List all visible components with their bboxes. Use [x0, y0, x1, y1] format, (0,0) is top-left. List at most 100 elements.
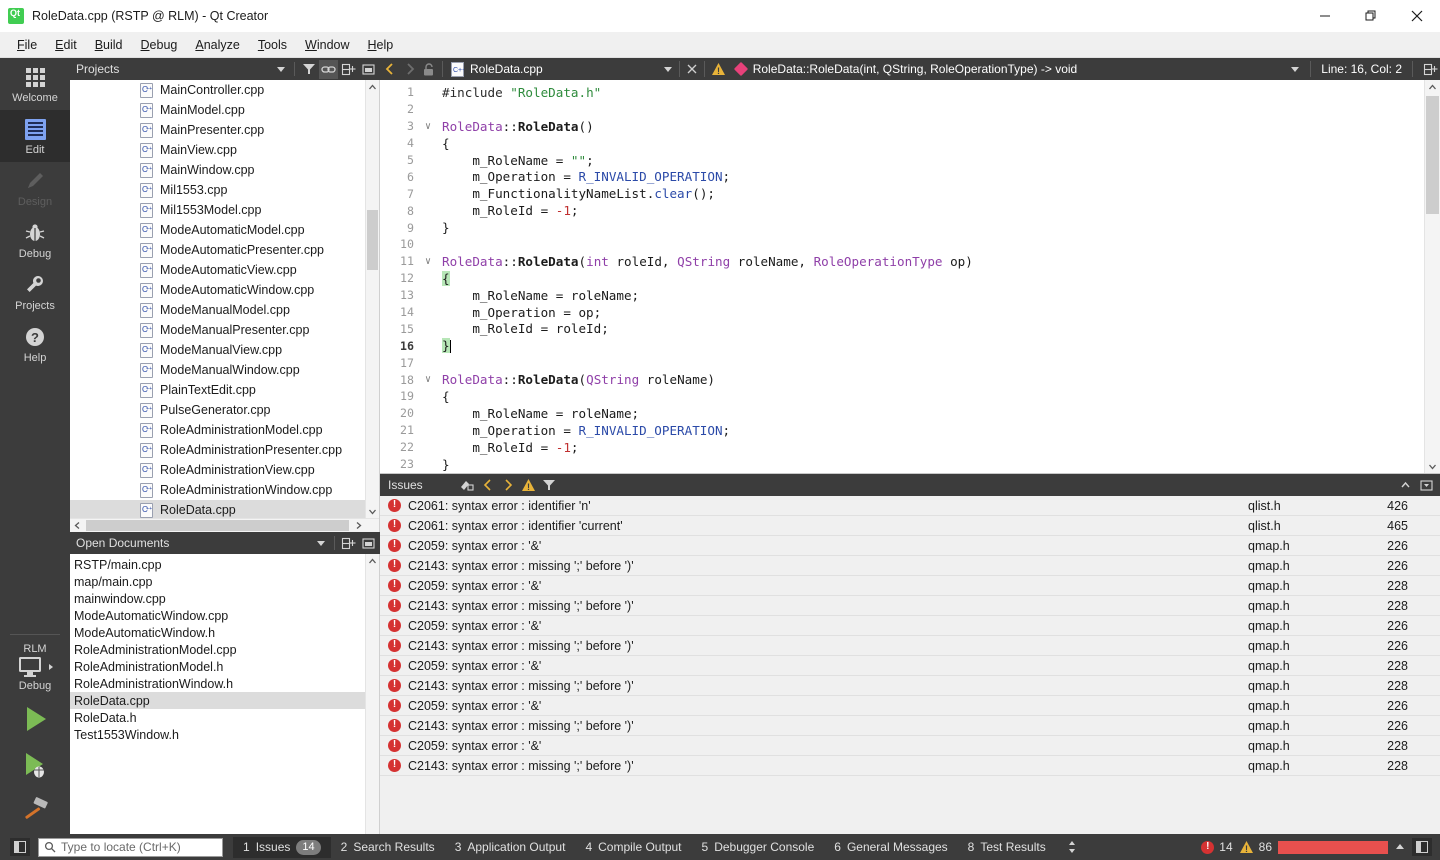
project-file-item[interactable]: RoleAdministrationView.cpp: [70, 460, 365, 480]
project-file-item[interactable]: RoleAdministrationWindow.cpp: [70, 480, 365, 500]
output-pane-tab[interactable]: 2Search Results: [331, 837, 445, 857]
code-line[interactable]: 21 m_Operation = R_INVALID_OPERATION;: [380, 422, 1424, 439]
menu-debug[interactable]: Debug: [132, 34, 187, 56]
issue-row[interactable]: C2143: syntax error : missing ';' before…: [380, 716, 1440, 736]
open-documents-list[interactable]: RSTP/main.cppmap/main.cppmainwindow.cppM…: [70, 554, 380, 834]
project-file-item[interactable]: ModeAutomaticView.cpp: [70, 260, 365, 280]
code-line[interactable]: 18∨RoleData::RoleData(QString roleName): [380, 371, 1424, 388]
menu-icon[interactable]: [1417, 476, 1436, 495]
issue-row[interactable]: C2059: syntax error : '&'qmap.h228: [380, 656, 1440, 676]
code-line[interactable]: 5 m_RoleName = "";: [380, 152, 1424, 169]
kit-selector[interactable]: RLM Debug: [0, 637, 70, 696]
collapse-up-icon[interactable]: [1396, 476, 1415, 495]
scroll-up-icon[interactable]: [366, 80, 379, 94]
project-file-item[interactable]: ModeManualPresenter.cpp: [70, 320, 365, 340]
mode-edit[interactable]: Edit: [0, 110, 70, 162]
mode-projects[interactable]: Projects: [0, 266, 70, 318]
project-file-item[interactable]: Mil1553Model.cpp: [70, 200, 365, 220]
chevron-down-icon[interactable]: [661, 64, 675, 74]
output-pane-tab[interactable]: 6General Messages: [824, 837, 957, 857]
collapse-icon[interactable]: [359, 60, 378, 79]
open-document-item[interactable]: mainwindow.cpp: [70, 590, 365, 607]
editor-scrollbar[interactable]: [1424, 80, 1440, 473]
scroll-down-icon[interactable]: [1425, 459, 1440, 473]
fold-marker-icon[interactable]: ∨: [420, 374, 436, 385]
code-line[interactable]: 16}: [380, 337, 1424, 354]
open-document-item[interactable]: RoleAdministrationWindow.h: [70, 675, 365, 692]
code-line[interactable]: 6 m_Operation = R_INVALID_OPERATION;: [380, 168, 1424, 185]
sidebar-toggle-icon[interactable]: [10, 838, 30, 856]
issue-row[interactable]: C2143: syntax error : missing ';' before…: [380, 556, 1440, 576]
issue-row[interactable]: C2059: syntax error : '&'qmap.h228: [380, 576, 1440, 596]
issue-row[interactable]: C2143: syntax error : missing ';' before…: [380, 596, 1440, 616]
close-icon[interactable]: [1394, 0, 1440, 32]
split-icon[interactable]: [339, 534, 358, 553]
project-file-item[interactable]: Mil1553.cpp: [70, 180, 365, 200]
warning-count[interactable]: ! 86: [1239, 840, 1272, 854]
project-file-item[interactable]: MainWindow.cpp: [70, 160, 365, 180]
project-tree-scrollbar[interactable]: [365, 80, 379, 518]
open-document-item[interactable]: RSTP/main.cpp: [70, 556, 365, 573]
fold-marker-icon[interactable]: ∨: [420, 256, 436, 267]
project-tree-hscrollbar[interactable]: [70, 518, 379, 532]
code-line[interactable]: 12{: [380, 270, 1424, 287]
output-pane-tab[interactable]: 4Compile Output: [575, 837, 691, 857]
project-file-item[interactable]: MainPresenter.cpp: [70, 120, 365, 140]
project-file-item[interactable]: ModeManualView.cpp: [70, 340, 365, 360]
project-file-item[interactable]: ModeAutomaticPresenter.cpp: [70, 240, 365, 260]
code-line[interactable]: 1#include "RoleData.h": [380, 84, 1424, 101]
split-icon[interactable]: [1423, 62, 1438, 77]
warning-triangle-icon[interactable]: !: [709, 62, 728, 76]
open-document-item[interactable]: Test1553Window.h: [70, 726, 365, 743]
project-file-item[interactable]: ModeAutomaticWindow.cpp: [70, 280, 365, 300]
output-pane-tab[interactable]: 1Issues14: [233, 837, 331, 858]
hscroll-thumb[interactable]: [86, 520, 349, 531]
scroll-down-icon[interactable]: [366, 504, 379, 518]
link-icon[interactable]: [319, 60, 338, 79]
next-issue-icon[interactable]: [501, 478, 515, 492]
filter-icon[interactable]: [542, 478, 556, 492]
issues-list[interactable]: C2061: syntax error : identifier 'n'qlis…: [380, 496, 1440, 834]
project-file-item[interactable]: PlainTextEdit.cpp: [70, 380, 365, 400]
previous-issue-icon[interactable]: [481, 478, 495, 492]
code-line[interactable]: 23}: [380, 456, 1424, 473]
issue-row[interactable]: C2061: syntax error : identifier 'curren…: [380, 516, 1440, 536]
updown-arrows-icon[interactable]: [1066, 839, 1078, 855]
minimize-icon[interactable]: [1302, 0, 1348, 32]
error-count[interactable]: 14: [1201, 840, 1232, 854]
code-line[interactable]: 13 m_RoleName = roleName;: [380, 287, 1424, 304]
project-file-item[interactable]: PulseGenerator.cpp: [70, 400, 365, 420]
code-line[interactable]: 10: [380, 236, 1424, 253]
clear-icon[interactable]: [459, 477, 475, 493]
scroll-left-icon[interactable]: [70, 519, 84, 532]
code-line[interactable]: 19{: [380, 388, 1424, 405]
navigate-back-button[interactable]: [380, 61, 400, 77]
issue-row[interactable]: C2143: syntax error : missing ';' before…: [380, 756, 1440, 776]
menu-help[interactable]: Help: [359, 34, 403, 56]
mode-welcome[interactable]: Welcome: [0, 58, 70, 110]
code-line[interactable]: 14 m_Operation = op;: [380, 304, 1424, 321]
issue-row[interactable]: C2059: syntax error : '&'qmap.h226: [380, 616, 1440, 636]
debug-run-button[interactable]: [0, 742, 70, 788]
issue-row[interactable]: C2059: syntax error : '&'qmap.h228: [380, 736, 1440, 756]
code-line[interactable]: 2: [380, 101, 1424, 118]
close-icon[interactable]: [684, 63, 700, 75]
chevron-down-icon[interactable]: [271, 60, 290, 79]
menu-build[interactable]: Build: [86, 34, 132, 56]
scroll-thumb[interactable]: [1426, 96, 1439, 214]
symbol-combo[interactable]: RoleData::RoleData(int, QString, RoleOpe…: [736, 62, 1078, 76]
issue-row[interactable]: C2061: syntax error : identifier 'n'qlis…: [380, 496, 1440, 516]
project-file-item[interactable]: MainView.cpp: [70, 140, 365, 160]
project-file-item[interactable]: ModeManualModel.cpp: [70, 300, 365, 320]
open-document-item[interactable]: ModeAutomaticWindow.h: [70, 624, 365, 641]
chevron-down-icon[interactable]: [1290, 64, 1300, 74]
output-pane-tab[interactable]: 3Application Output: [445, 837, 576, 857]
code-line[interactable]: 3∨RoleData::RoleData(): [380, 118, 1424, 135]
project-file-item[interactable]: ModeManualWindow.cpp: [70, 360, 365, 380]
build-button[interactable]: [0, 788, 70, 834]
scroll-up-icon[interactable]: [1425, 80, 1440, 94]
project-file-item[interactable]: MainModel.cpp: [70, 100, 365, 120]
issue-row[interactable]: C2143: syntax error : missing ';' before…: [380, 636, 1440, 656]
unlocked-icon[interactable]: [420, 62, 438, 77]
open-document-item[interactable]: ModeAutomaticWindow.cpp: [70, 607, 365, 624]
